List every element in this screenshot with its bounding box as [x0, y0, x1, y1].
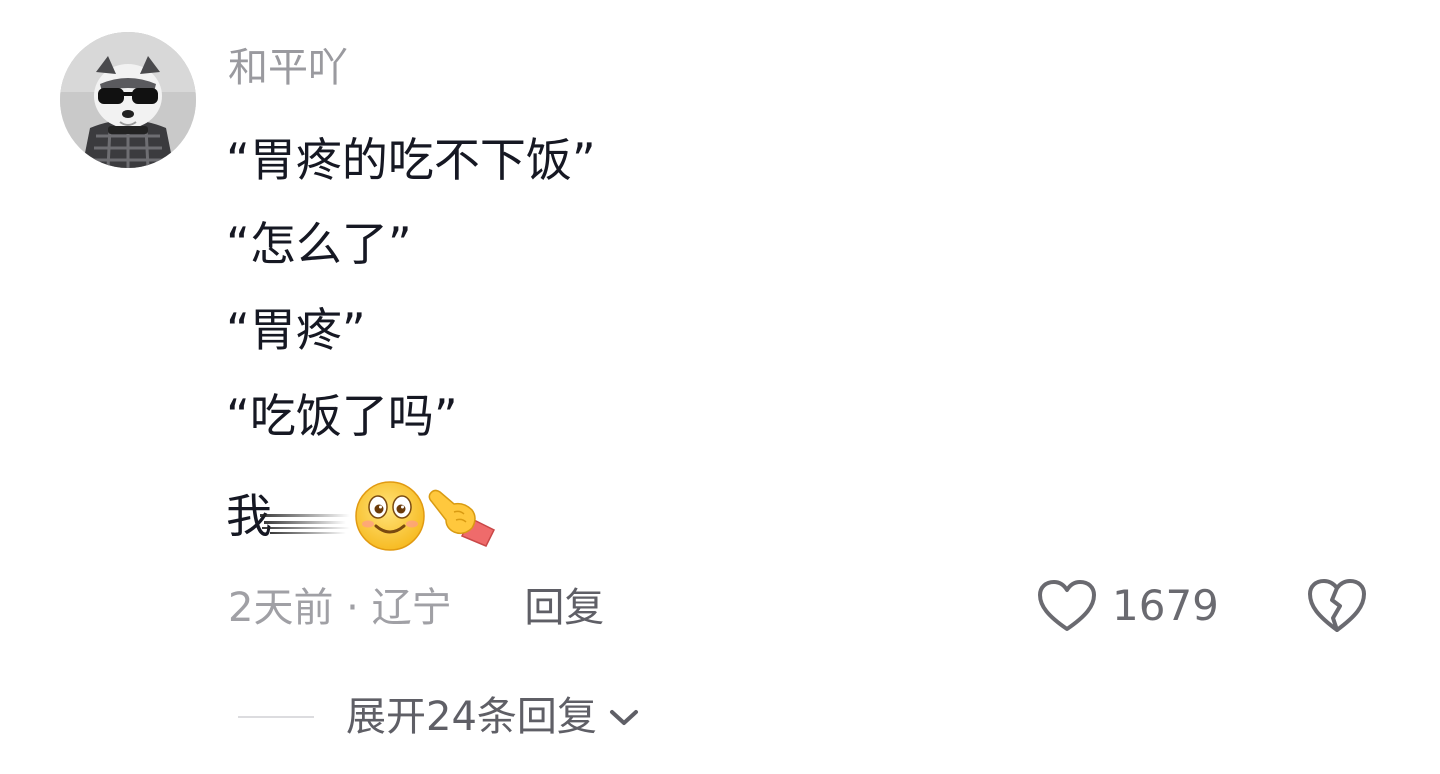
comment-meta-row: 2天前 · 辽宁 回复 [228, 582, 604, 634]
like-count: 1679 [1112, 581, 1219, 630]
comment-text-line-with-emoji: 我 [226, 478, 526, 554]
comment-text-line: “胃疼” [226, 303, 366, 357]
broken-heart-icon [1308, 579, 1366, 632]
pointing-hand-emoji [428, 489, 496, 547]
time-location: 2天前 · 辽宁 [228, 585, 452, 631]
comment-text-line: “吃饭了吗” [226, 389, 458, 443]
chevron-down-icon [607, 705, 641, 729]
divider-line [238, 716, 314, 718]
comment-text-line: “怎么了” [226, 217, 412, 271]
reply-button[interactable]: 回复 [524, 585, 604, 631]
avatar-dog-image [60, 32, 196, 168]
expand-replies-button[interactable]: 展开24条回复 [238, 690, 641, 744]
expand-replies-label: 展开24条回复 [346, 694, 597, 740]
heart-outline-icon [1038, 580, 1096, 631]
like-button[interactable]: 1679 [1036, 576, 1219, 636]
dislike-button[interactable] [1306, 576, 1368, 636]
speed-lines-graphic [260, 514, 350, 534]
smiling-face-emoji [355, 481, 425, 551]
avatar[interactable] [60, 32, 196, 168]
username[interactable]: 和平吖 [228, 42, 348, 94]
comment-text-line: “胃疼的吃不下饭” [226, 133, 596, 187]
